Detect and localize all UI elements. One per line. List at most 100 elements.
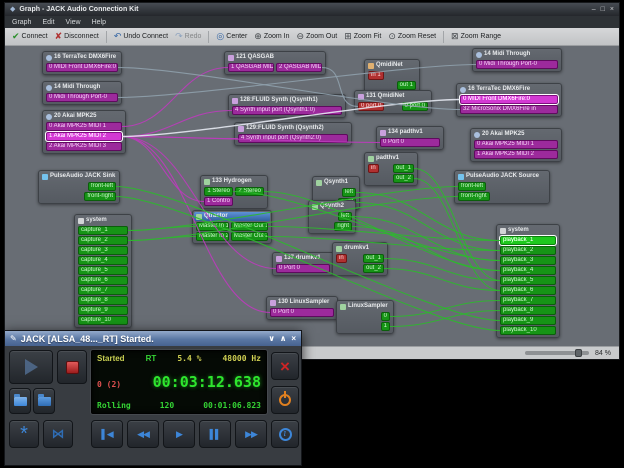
graph-port[interactable]: out_2 (393, 174, 414, 183)
graph-port[interactable]: out_1 (363, 254, 384, 263)
graph-port[interactable]: capture_10 (78, 316, 128, 325)
graph-node[interactable]: QtractorMaster In 1Master Out 1Master In… (192, 210, 272, 244)
menu-graph[interactable]: Graph (12, 19, 31, 26)
jack-window-titlebar[interactable]: ✎ JACK [ALSA_48..._RT] Started. ∨ ∧ × (5, 331, 301, 346)
graph-port[interactable]: Master In 1 (196, 222, 229, 231)
graph-port[interactable]: capture_9 (78, 306, 128, 315)
pause-button[interactable]: ▌▌ (199, 420, 231, 448)
graph-port[interactable]: playback_3 (500, 256, 556, 265)
graph-node[interactable]: 129:FLUID Synth (Qsynth2)4 Synth input p… (234, 122, 352, 146)
graph-port[interactable]: 0 port 0 (402, 102, 428, 111)
graph-port[interactable]: 2 QASGAB MIDI 2 (276, 63, 322, 72)
graph-node[interactable]: 14 Midi Through0 Midi Through Port-0 (42, 81, 122, 105)
graph-port[interactable]: capture_3 (78, 246, 128, 255)
cable[interactable] (128, 197, 458, 241)
cable[interactable] (122, 68, 228, 127)
maximize-icon[interactable]: □ (601, 4, 605, 15)
zoom-in-button[interactable]: ⊕Zoom In (251, 31, 292, 42)
graph-node[interactable]: drumkv1inout_1out_2 (332, 242, 388, 276)
graph-port[interactable]: in (368, 164, 379, 173)
connect-button[interactable]: ✔Connect (9, 31, 51, 42)
graph-window-titlebar[interactable]: ◆ Graph - JACK Audio Connection Kit – □ … (5, 3, 619, 16)
start-button[interactable] (9, 350, 53, 384)
graph-node[interactable]: 16 TerraTec DMX6Fire0 MIDI Front DMX6Fir… (456, 83, 562, 117)
zoom-reset-button[interactable]: ⊙Zoom Reset (385, 31, 439, 42)
zoom-fit-button[interactable]: ⊞Zoom Fit (341, 31, 384, 42)
graph-port[interactable]: playback_5 (500, 276, 556, 285)
zoom-out-button[interactable]: ⊖Zoom Out (294, 31, 341, 42)
graph-port[interactable]: left (338, 212, 352, 221)
menu-help[interactable]: Help (92, 19, 106, 26)
graph-port[interactable]: 0 MIDI Front DMX6Fire:0 (46, 63, 118, 72)
graph-node[interactable]: PulseAudio JACK Sinkfront-leftfront-righ… (38, 170, 120, 204)
graph-node[interactable]: padthv1inout_1out_2 (364, 152, 418, 186)
close-icon[interactable]: × (610, 4, 614, 15)
graph-node[interactable]: QmidiNetin 1out 1 (364, 59, 420, 93)
session-button[interactable] (33, 388, 55, 414)
graph-port[interactable]: capture_5 (78, 266, 128, 275)
graph-node[interactable]: 128:FLUID Synth (Qsynth1)4 Synth input p… (228, 94, 346, 118)
chevron-down-icon[interactable]: ∨ (268, 332, 275, 345)
graph-port[interactable]: 0 Midi Through Port-0 (476, 60, 558, 69)
graph-canvas[interactable]: 16 TerraTec DMX6Fire0 MIDI Front DMX6Fir… (5, 46, 619, 346)
zoom-slider[interactable] (525, 351, 589, 355)
graph-port[interactable]: playback_6 (500, 286, 556, 295)
graph-port[interactable]: 32 MicroSonix DMX6Fire in (460, 105, 558, 114)
disconnect-button[interactable]: ✘Disconnect (52, 31, 102, 42)
cable[interactable] (128, 237, 196, 241)
graph-port[interactable]: capture_7 (78, 286, 128, 295)
graph-port[interactable]: right (334, 222, 352, 231)
rewind-to-start-button[interactable]: ▌◀ (91, 420, 123, 448)
about-button[interactable]: i (271, 420, 299, 448)
zoom-range-button[interactable]: ⊠Zoom Range (448, 31, 504, 42)
stop-button[interactable] (57, 350, 87, 384)
graph-port[interactable]: out 1 (397, 81, 416, 90)
cable[interactable] (128, 187, 458, 231)
graph-port[interactable]: playback_10 (500, 326, 556, 335)
graph-node[interactable]: 134 padthv10 Port 0 (376, 126, 444, 150)
graph-port[interactable]: 0 (381, 312, 390, 321)
cable[interactable] (122, 137, 238, 139)
graph-port[interactable]: out_2 (363, 264, 384, 273)
graph-port[interactable]: capture_2 (78, 236, 128, 245)
graph-port[interactable]: playback_9 (500, 316, 556, 325)
graph-port[interactable]: capture_6 (78, 276, 128, 285)
undo-connect-button[interactable]: ↶Undo Connect (111, 31, 171, 42)
zoom-slider-handle[interactable] (575, 349, 582, 357)
graph-port[interactable]: front-left (458, 182, 486, 191)
center-button[interactable]: ◎Center (213, 31, 250, 42)
graph-node[interactable]: 14 Midi Through0 Midi Through Port-0 (472, 48, 562, 72)
graph-port[interactable]: 0 MIDI Front DMX6Fire:0 (460, 95, 558, 104)
graph-node[interactable]: Qsynth2leftright (308, 200, 356, 234)
graph-port[interactable]: 2 Stereo (235, 187, 264, 196)
graph-node[interactable]: 137 drumkv10 Port 0 (272, 252, 334, 276)
graph-port[interactable]: 2 Akai MPK25 MIDI 3 (46, 142, 122, 151)
graph-port[interactable]: front-right (84, 192, 116, 201)
cable[interactable] (384, 269, 500, 291)
graph-node[interactable]: 133 Hydrogen1 Stereo2 Stereo1 Contro (200, 175, 268, 209)
cable[interactable] (390, 311, 500, 327)
graph-node[interactable]: 130 LinuxSampler0 Port 0 (266, 296, 338, 320)
messages-button[interactable] (9, 388, 31, 414)
graph-port[interactable]: 0 Akai MPK25 MIDI 1 (474, 140, 558, 149)
graph-port[interactable]: 1 (381, 322, 390, 331)
graph-port[interactable]: front-left (88, 182, 116, 191)
graph-port[interactable]: 0 Midi Through Port-0 (46, 93, 118, 102)
graph-port[interactable]: capture_8 (78, 296, 128, 305)
menu-edit[interactable]: Edit (42, 19, 54, 26)
cable[interactable] (128, 227, 196, 231)
graph-port[interactable]: playback_2 (500, 246, 556, 255)
graph-node[interactable]: 16 TerraTec DMX6Fire0 MIDI Front DMX6Fir… (42, 51, 122, 75)
graph-node[interactable]: systemplayback_1playback_2playback_3play… (496, 224, 560, 338)
graph-port[interactable]: 0 port 0 (358, 102, 384, 111)
graph-port[interactable]: in (336, 254, 347, 263)
menu-view[interactable]: View (66, 19, 81, 26)
graph-port[interactable]: Master Out 1 (231, 222, 268, 231)
graph-port[interactable]: left (342, 188, 356, 197)
backward-button[interactable]: ◀◀ (127, 420, 159, 448)
graph-port[interactable]: Master In 2 (196, 232, 229, 241)
graph-node[interactable]: 121 QASGAB1 QASGAB MIDI 12 QASGAB MIDI 2 (224, 51, 326, 75)
graph-port[interactable]: playback_1 (500, 236, 556, 245)
graph-port[interactable]: 1 Contro (204, 197, 233, 206)
graph-port[interactable]: 0 Port 0 (276, 264, 330, 273)
